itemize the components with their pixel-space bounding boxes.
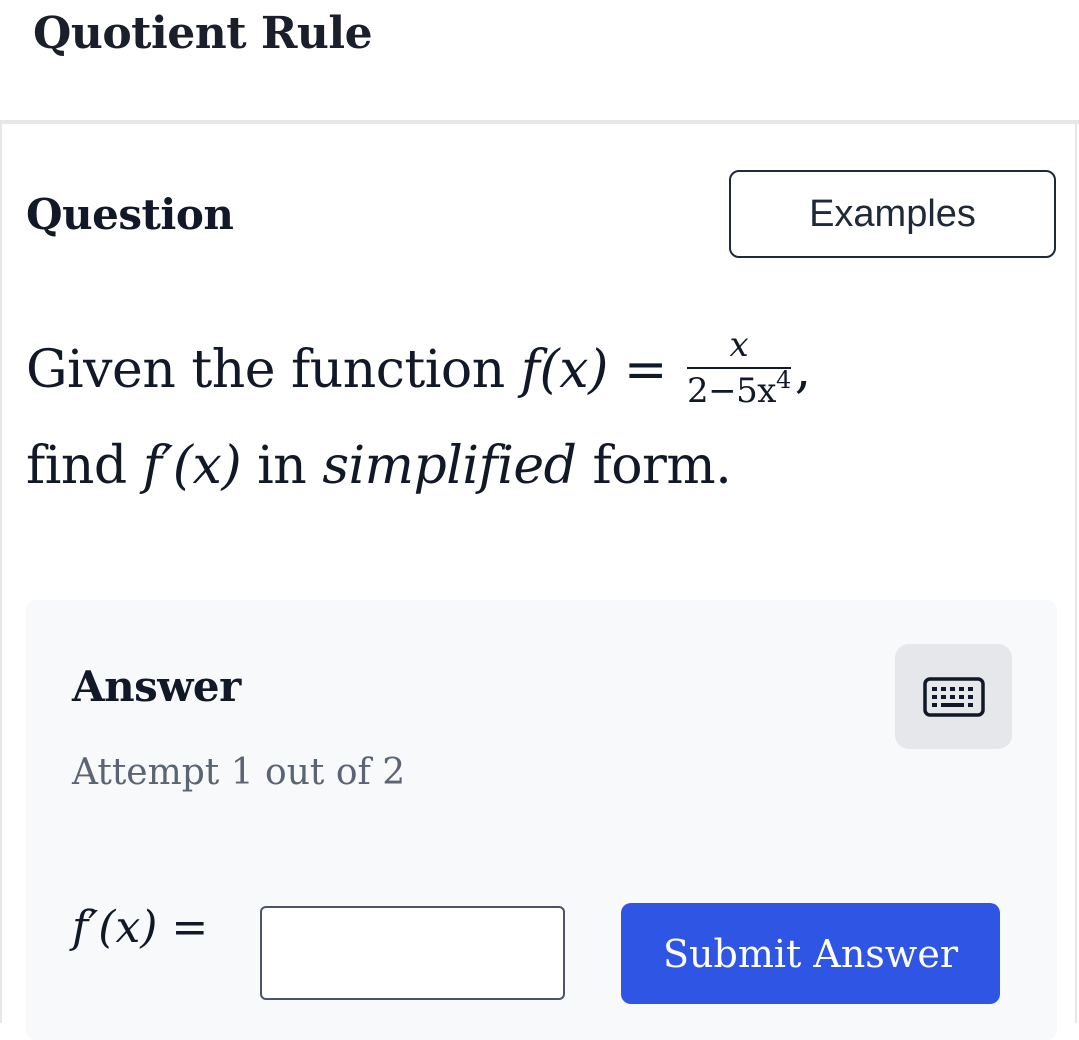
question-panel: Question Examples Given the function f(x… [0,124,1077,1040]
page-title: Quotient Rule [33,8,373,59]
answer-heading: Answer [72,662,241,711]
answer-input[interactable] [260,906,565,1000]
answer-label-equals: = [171,902,209,953]
fraction-denominator: 2−5x4 [687,365,791,411]
keyboard-icon [922,676,985,717]
question-comma: , [794,340,812,400]
fraction-denominator-base: 2−5x [687,370,776,411]
function-fraction: x 2−5x4 [687,325,791,411]
question-text-line2-prefix: find [26,436,143,496]
keyboard-toggle-button[interactable] [895,644,1012,749]
answer-label: f′(x) = [72,902,208,953]
attempt-counter: Attempt 1 out of 2 [72,752,406,793]
fraction-numerator: x [687,325,791,369]
function-name: f [520,340,540,400]
fraction-denominator-exponent: 4 [775,365,791,394]
submit-answer-button[interactable]: Submit Answer [621,903,1000,1004]
examples-button[interactable]: Examples [729,170,1056,258]
equals-sign: = [623,340,668,400]
question-text-suffix: form. [576,436,732,496]
derivative-expression: f′(x) [142,436,242,496]
question-text-prefix: Given the function [26,340,521,400]
question-emphasis: simplified [322,436,577,496]
question-text-mid: in [241,436,323,496]
answer-box: Answer Attempt 1 out of 2 f′(x) = Submit… [26,600,1057,1040]
function-arg: (x) [539,340,608,400]
page-header: Quotient Rule [0,0,1079,120]
answer-label-function: f′(x) [72,902,158,953]
question-heading: Question [26,190,234,239]
question-text: Given the function f(x) = x 2−5x4, find f… [26,322,1046,514]
